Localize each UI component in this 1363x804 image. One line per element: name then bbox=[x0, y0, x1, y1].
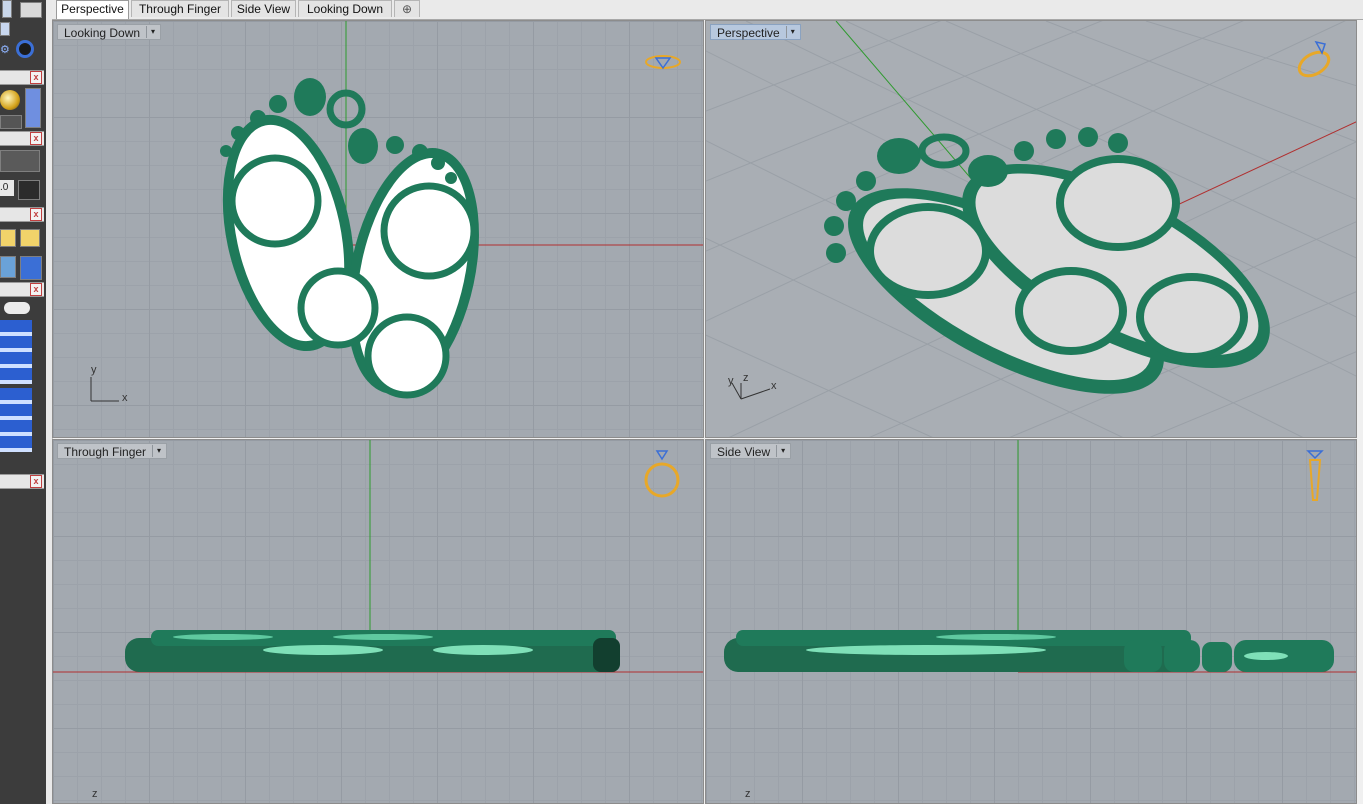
axis-label-x: x bbox=[771, 380, 777, 392]
toolbar-icon-viewport[interactable] bbox=[20, 2, 42, 18]
baby-feet-model bbox=[220, 78, 479, 399]
dropdown-arrow-icon[interactable]: ▾ bbox=[785, 26, 799, 38]
toolbar-icon-blue[interactable] bbox=[25, 88, 41, 128]
grid-icon[interactable] bbox=[18, 180, 40, 200]
tab-looking-down[interactable]: Looking Down bbox=[298, 0, 392, 17]
close-icon[interactable]: x bbox=[30, 71, 42, 84]
value-field[interactable]: .0 bbox=[0, 180, 14, 196]
close-icon[interactable]: x bbox=[30, 132, 42, 145]
panel-header-1: x bbox=[0, 70, 44, 85]
axis-label-y: y bbox=[91, 364, 97, 376]
diamond-ring-icon bbox=[1297, 40, 1331, 78]
viewport-side-view[interactable]: Side View ▾ z bbox=[705, 439, 1357, 804]
viewport-title: Side View bbox=[717, 445, 771, 459]
panel-header-2: x bbox=[0, 131, 44, 146]
left-toolbar: ⚙ x x .0 x x x bbox=[0, 0, 46, 804]
viewport-label-perspective[interactable]: Perspective ▾ bbox=[710, 24, 801, 40]
viewport-label-looking-down[interactable]: Looking Down ▾ bbox=[57, 24, 162, 40]
perspective-scene bbox=[706, 21, 1356, 437]
side-view-scene bbox=[724, 440, 1356, 673]
viewport-title: Perspective bbox=[717, 26, 780, 40]
panel-header-3: x bbox=[0, 207, 44, 222]
axis-label-y: y bbox=[728, 375, 734, 387]
plus-icon: ⊕ bbox=[401, 2, 413, 16]
panel-header-4: x bbox=[0, 282, 44, 297]
toolbar-icon-delete[interactable] bbox=[20, 229, 40, 247]
tab-perspective[interactable]: Perspective bbox=[56, 0, 129, 19]
model-side-profile bbox=[125, 630, 620, 672]
looking-down-scene bbox=[90, 21, 703, 402]
tab-through-finger[interactable]: Through Finger bbox=[131, 0, 229, 17]
viewport-tab-bar: Perspective Through Finger Side View Loo… bbox=[52, 0, 1363, 20]
axis-label-z: z bbox=[92, 788, 98, 800]
toolbar-icon-move[interactable] bbox=[0, 229, 16, 247]
add-tab-button[interactable]: ⊕ bbox=[394, 0, 420, 17]
toolbar-icon-frame[interactable] bbox=[0, 150, 40, 172]
toolbar-icon-dropdown[interactable] bbox=[0, 115, 22, 129]
viewport-title: Looking Down bbox=[64, 26, 141, 40]
viewport-through-finger[interactable]: Through Finger ▾ z bbox=[52, 439, 704, 804]
close-icon[interactable]: x bbox=[30, 208, 42, 221]
gear-icon[interactable]: ⚙ bbox=[0, 43, 10, 57]
viewport-title: Through Finger bbox=[64, 445, 147, 459]
panel-header-5: x bbox=[0, 474, 44, 489]
toolbar-icon-rotate[interactable] bbox=[20, 256, 42, 280]
dropdown-arrow-icon[interactable]: ▾ bbox=[146, 26, 159, 38]
circle-icon[interactable] bbox=[16, 40, 34, 58]
eye-icon[interactable] bbox=[4, 302, 30, 314]
tab-side-view[interactable]: Side View bbox=[231, 0, 296, 17]
axis-label-z: z bbox=[745, 788, 751, 800]
axis-label-x: x bbox=[122, 392, 128, 404]
dropdown-arrow-icon[interactable]: ▾ bbox=[152, 445, 165, 457]
toolbar-icon-snap[interactable] bbox=[0, 22, 10, 36]
ring-icon bbox=[1306, 450, 1324, 501]
toolbar-icon-transform[interactable] bbox=[0, 256, 16, 278]
viewport-label-through-finger[interactable]: Through Finger ▾ bbox=[57, 443, 168, 459]
viewport-perspective[interactable]: Perspective ▾ y z x bbox=[705, 20, 1357, 438]
layer-icon[interactable] bbox=[0, 388, 32, 452]
axis-label-z: z bbox=[743, 372, 749, 384]
diamond-ring-icon bbox=[645, 55, 681, 70]
baby-feet-model bbox=[824, 127, 1270, 394]
close-icon[interactable]: x bbox=[30, 283, 42, 296]
model-side-profile bbox=[724, 630, 1334, 672]
layer-icon[interactable] bbox=[0, 320, 32, 384]
toolbar-icon-top[interactable] bbox=[2, 0, 12, 18]
ring-icon bbox=[644, 450, 680, 498]
viewport-label-side-view[interactable]: Side View ▾ bbox=[710, 443, 792, 459]
dropdown-arrow-icon[interactable]: ▾ bbox=[776, 445, 789, 457]
viewport-looking-down[interactable]: Looking Down ▾ y x bbox=[52, 20, 704, 438]
through-finger-scene bbox=[53, 440, 703, 673]
sphere-icon[interactable] bbox=[0, 90, 20, 110]
close-icon[interactable]: x bbox=[30, 475, 42, 488]
